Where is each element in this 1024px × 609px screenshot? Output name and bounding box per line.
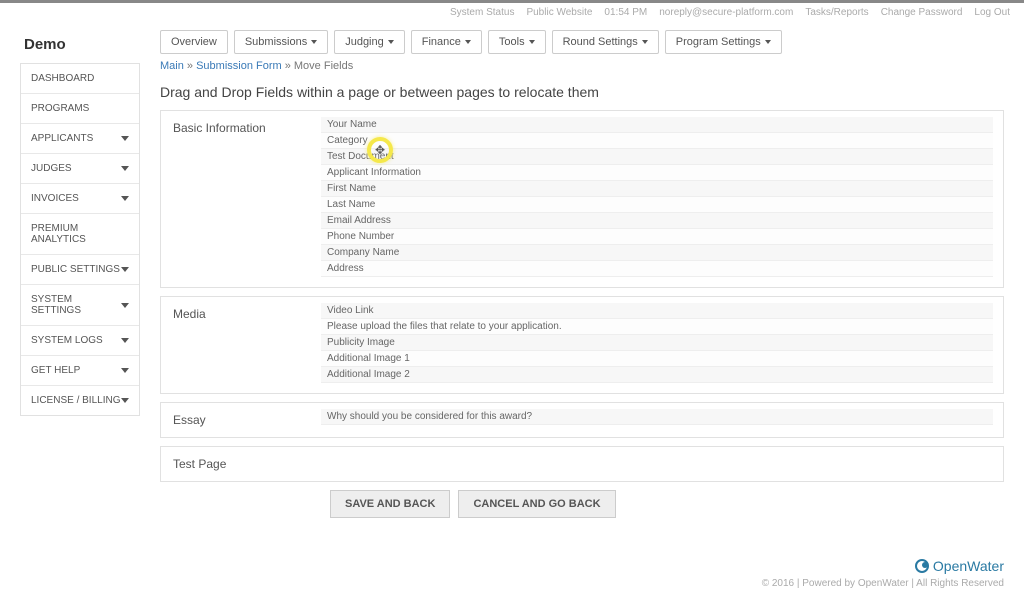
sidebar-item-system-settings[interactable]: SYSTEM SETTINGS (21, 285, 139, 326)
section-drop-zone[interactable]: Video LinkPlease upload the files that r… (321, 297, 1003, 393)
sidebar-item-label: PUBLIC SETTINGS (31, 264, 120, 275)
section-drop-zone[interactable] (321, 447, 1003, 481)
draggable-field[interactable]: First Name (321, 181, 993, 197)
section-name: Test Page (161, 447, 321, 481)
sidebar-item-get-help[interactable]: GET HELP (21, 356, 139, 386)
sidebar-item-label: DASHBOARD (31, 73, 94, 84)
tab-submissions[interactable]: Submissions (234, 30, 328, 54)
sidebar-item-label: PROGRAMS (31, 103, 89, 114)
chevron-down-icon (121, 398, 129, 403)
cancel-and-go-back-button[interactable]: CANCEL AND GO BACK (458, 490, 615, 518)
draggable-field[interactable]: Company Name (321, 245, 993, 261)
sidebar-item-label: GET HELP (31, 365, 80, 376)
section-panel: MediaVideo LinkPlease upload the files t… (160, 296, 1004, 394)
tab-program-settings[interactable]: Program Settings (665, 30, 782, 54)
draggable-field[interactable]: Test Document (321, 149, 993, 165)
sidebar-item-dashboard[interactable]: DASHBOARD (21, 64, 139, 94)
draggable-field[interactable]: Phone Number (321, 229, 993, 245)
sidebar-item-premium-analytics[interactable]: PREMIUM ANALYTICS (21, 214, 139, 255)
tasks-reports-link[interactable]: Tasks/Reports (805, 7, 868, 18)
account-email: noreply@secure-platform.com (659, 7, 793, 18)
save-and-back-button[interactable]: SAVE AND BACK (330, 490, 450, 518)
sidebar-item-invoices[interactable]: INVOICES (21, 184, 139, 214)
chevron-down-icon (121, 267, 129, 272)
sidebar-item-label: SYSTEM SETTINGS (31, 294, 121, 316)
section-name: Media (161, 297, 321, 393)
logout-link[interactable]: Log Out (974, 7, 1010, 18)
draggable-field[interactable]: Category (321, 133, 993, 149)
sidebar-item-label: LICENSE / BILLING (31, 395, 120, 406)
program-tabs: OverviewSubmissionsJudgingFinanceToolsRo… (160, 30, 1004, 54)
tab-tools[interactable]: Tools (488, 30, 546, 54)
tab-round-settings[interactable]: Round Settings (552, 30, 659, 54)
section-name: Basic Information (161, 111, 321, 287)
chevron-down-icon (121, 166, 129, 171)
sidebar-item-label: SYSTEM LOGS (31, 335, 103, 346)
top-utility-bar: System Status Public Website 01:54 PM no… (0, 0, 1024, 22)
chevron-down-icon (311, 40, 317, 44)
draggable-field[interactable]: Address (321, 261, 993, 277)
draggable-field[interactable]: Last Name (321, 197, 993, 213)
public-website-link[interactable]: Public Website (526, 7, 592, 18)
sidebar-nav: DASHBOARD PROGRAMS APPLICANTS JUDGES INVOICE… (20, 63, 140, 416)
draggable-field[interactable]: Why should you be considered for this aw… (321, 409, 993, 425)
chevron-down-icon (121, 368, 129, 373)
draggable-field[interactable]: Video Link (321, 303, 993, 319)
sidebar-item-label: INVOICES (31, 193, 79, 204)
page-title: Drag and Drop Fields within a page or be… (160, 84, 1004, 100)
tab-judging[interactable]: Judging (334, 30, 405, 54)
clock-text: 01:54 PM (604, 7, 647, 18)
breadcrumb-current: Move Fields (294, 60, 353, 72)
draggable-field[interactable]: Applicant Information (321, 165, 993, 181)
chevron-down-icon (121, 196, 129, 201)
tab-finance[interactable]: Finance (411, 30, 482, 54)
section-panel: EssayWhy should you be considered for th… (160, 402, 1004, 438)
section-panel: Basic InformationYour NameCategoryTest D… (160, 110, 1004, 288)
breadcrumb: Main » Submission Form » Move Fields (160, 60, 1004, 72)
draggable-field[interactable]: Your Name (321, 117, 993, 133)
chevron-down-icon (529, 40, 535, 44)
sidebar-item-applicants[interactable]: APPLICANTS (21, 124, 139, 154)
sidebar-item-system-logs[interactable]: SYSTEM LOGS (21, 326, 139, 356)
sidebar-item-label: PREMIUM ANALYTICS (31, 223, 129, 245)
sidebar-item-public-settings[interactable]: PUBLIC SETTINGS (21, 255, 139, 285)
breadcrumb-submission-form[interactable]: Submission Form (196, 60, 282, 72)
breadcrumb-main[interactable]: Main (160, 60, 184, 72)
sidebar-item-label: APPLICANTS (31, 133, 93, 144)
section-drop-zone[interactable]: Why should you be considered for this aw… (321, 403, 1003, 437)
chevron-down-icon (121, 136, 129, 141)
openwater-icon (915, 559, 929, 573)
chevron-down-icon (388, 40, 394, 44)
app-brand: Demo (24, 36, 140, 53)
chevron-down-icon (642, 40, 648, 44)
sidebar-item-programs[interactable]: PROGRAMS (21, 94, 139, 124)
footer-copy: © 2016 | Powered by OpenWater | All Righ… (20, 578, 1004, 589)
section-name: Essay (161, 403, 321, 437)
sidebar-item-judges[interactable]: JUDGES (21, 154, 139, 184)
footer-logo: OpenWater (20, 558, 1004, 574)
sidebar-item-label: JUDGES (31, 163, 72, 174)
section-drop-zone[interactable]: Your NameCategoryTest DocumentApplicant … (321, 111, 1003, 287)
sidebar-item-license-billing[interactable]: LICENSE / BILLING (21, 386, 139, 415)
system-status-link[interactable]: System Status (450, 7, 514, 18)
draggable-field[interactable]: Email Address (321, 213, 993, 229)
draggable-field[interactable]: Additional Image 2 (321, 367, 993, 383)
chevron-down-icon (465, 40, 471, 44)
draggable-field[interactable]: Please upload the files that relate to y… (321, 319, 993, 335)
draggable-field[interactable]: Publicity Image (321, 335, 993, 351)
tab-overview[interactable]: Overview (160, 30, 228, 54)
section-panel: Test Page (160, 446, 1004, 482)
chevron-down-icon (765, 40, 771, 44)
draggable-field[interactable]: Additional Image 1 (321, 351, 993, 367)
change-password-link[interactable]: Change Password (881, 7, 963, 18)
chevron-down-icon (121, 303, 129, 308)
chevron-down-icon (121, 338, 129, 343)
